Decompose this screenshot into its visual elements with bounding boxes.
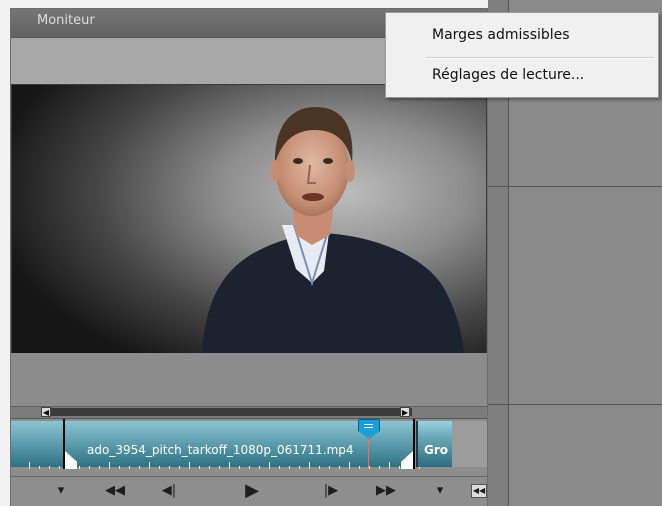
timeline-tick bbox=[349, 462, 350, 469]
timeline-tick bbox=[319, 466, 320, 469]
panel-row-divider bbox=[488, 404, 662, 405]
menu-item-label: Marges admissibles bbox=[432, 27, 570, 43]
in-point-marker[interactable] bbox=[63, 419, 65, 469]
step-forward-icon[interactable]: |▶ bbox=[321, 481, 341, 501]
timeline-tick bbox=[259, 466, 260, 469]
menu-item-label: Réglages de lecture... bbox=[432, 67, 585, 83]
timeline-tick bbox=[49, 466, 50, 469]
video-preview[interactable] bbox=[11, 84, 487, 354]
mini-timeline[interactable]: ado_3954_pitch_tarkoff_1080p_061711.mp4 … bbox=[11, 418, 487, 477]
out-point-marker[interactable] bbox=[413, 419, 415, 469]
timeline-tick bbox=[169, 466, 170, 469]
menu-item-safe-margins[interactable]: Marges admissibles bbox=[386, 19, 658, 53]
panel-title: Moniteur bbox=[37, 13, 95, 28]
timeline-tick bbox=[109, 462, 110, 469]
set-out-point-icon[interactable]: ▾ bbox=[430, 481, 450, 501]
timeline-tick bbox=[239, 466, 240, 469]
timeline-tick bbox=[179, 466, 180, 469]
step-back-icon[interactable]: ◀| bbox=[159, 481, 179, 501]
timeline-tick bbox=[379, 466, 380, 469]
monitor-lower-area bbox=[11, 353, 487, 405]
timeline-tick bbox=[99, 466, 100, 469]
timeline-tick bbox=[39, 466, 40, 469]
timeline-tick bbox=[59, 466, 60, 469]
timeline-tick bbox=[359, 466, 360, 469]
timeline-tick bbox=[269, 462, 270, 469]
timeline-tick bbox=[279, 466, 280, 469]
timeline-tick bbox=[119, 466, 120, 469]
video-frame-image bbox=[12, 85, 486, 353]
timeline-tick bbox=[149, 462, 150, 469]
timeline-tick bbox=[159, 466, 160, 469]
set-in-point-icon[interactable]: ▾ bbox=[51, 481, 71, 501]
play-icon[interactable]: ▶ bbox=[239, 481, 265, 501]
timeline-tick bbox=[399, 466, 400, 469]
timeline-tick bbox=[79, 466, 80, 469]
menu-item-playback-settings[interactable]: Réglages de lecture... bbox=[386, 59, 658, 93]
panel-row-divider bbox=[488, 186, 662, 187]
playhead-line bbox=[368, 437, 369, 469]
work-area-range bbox=[47, 408, 412, 416]
timeline-tick bbox=[309, 462, 310, 469]
timeline-tick bbox=[29, 462, 30, 469]
timeline-tick bbox=[299, 466, 300, 469]
timeline-tick bbox=[329, 466, 330, 469]
timeline-tick bbox=[389, 462, 390, 469]
work-area-end-icon[interactable]: ▶ bbox=[400, 407, 410, 417]
timeline-tick bbox=[219, 466, 220, 469]
timeline-tick bbox=[199, 466, 200, 469]
timeline-tick bbox=[369, 466, 370, 469]
next-clip-name: Gro bbox=[424, 443, 449, 457]
timeline-empty-area bbox=[452, 421, 487, 467]
timeline-tick bbox=[129, 466, 130, 469]
timeline-tick bbox=[339, 466, 340, 469]
transport-controls: ▾ ◀◀ ◀| ▶ |▶ ▶▶ ▾ ◀◀ bbox=[11, 476, 487, 506]
timeline-tick bbox=[89, 466, 90, 469]
rewind-icon[interactable]: ◀◀ bbox=[103, 481, 127, 501]
timeline-tick bbox=[209, 466, 210, 469]
timeline-tick bbox=[229, 462, 230, 469]
timeline-tick bbox=[139, 466, 140, 469]
timeline-tick bbox=[189, 462, 190, 469]
next-timeline-clip[interactable]: Gro bbox=[416, 421, 452, 467]
zoom-timeline-icon[interactable]: ◀◀ bbox=[471, 484, 487, 498]
clip-name: ado_3954_pitch_tarkoff_1080p_061711.mp4 bbox=[87, 443, 354, 457]
timeline-tick bbox=[289, 466, 290, 469]
timeline-tick bbox=[249, 466, 250, 469]
context-menu: Marges admissibles Réglages de lecture..… bbox=[385, 12, 659, 98]
work-area-start-icon[interactable]: ◀ bbox=[41, 407, 51, 417]
fast-forward-icon[interactable]: ▶▶ bbox=[374, 481, 398, 501]
